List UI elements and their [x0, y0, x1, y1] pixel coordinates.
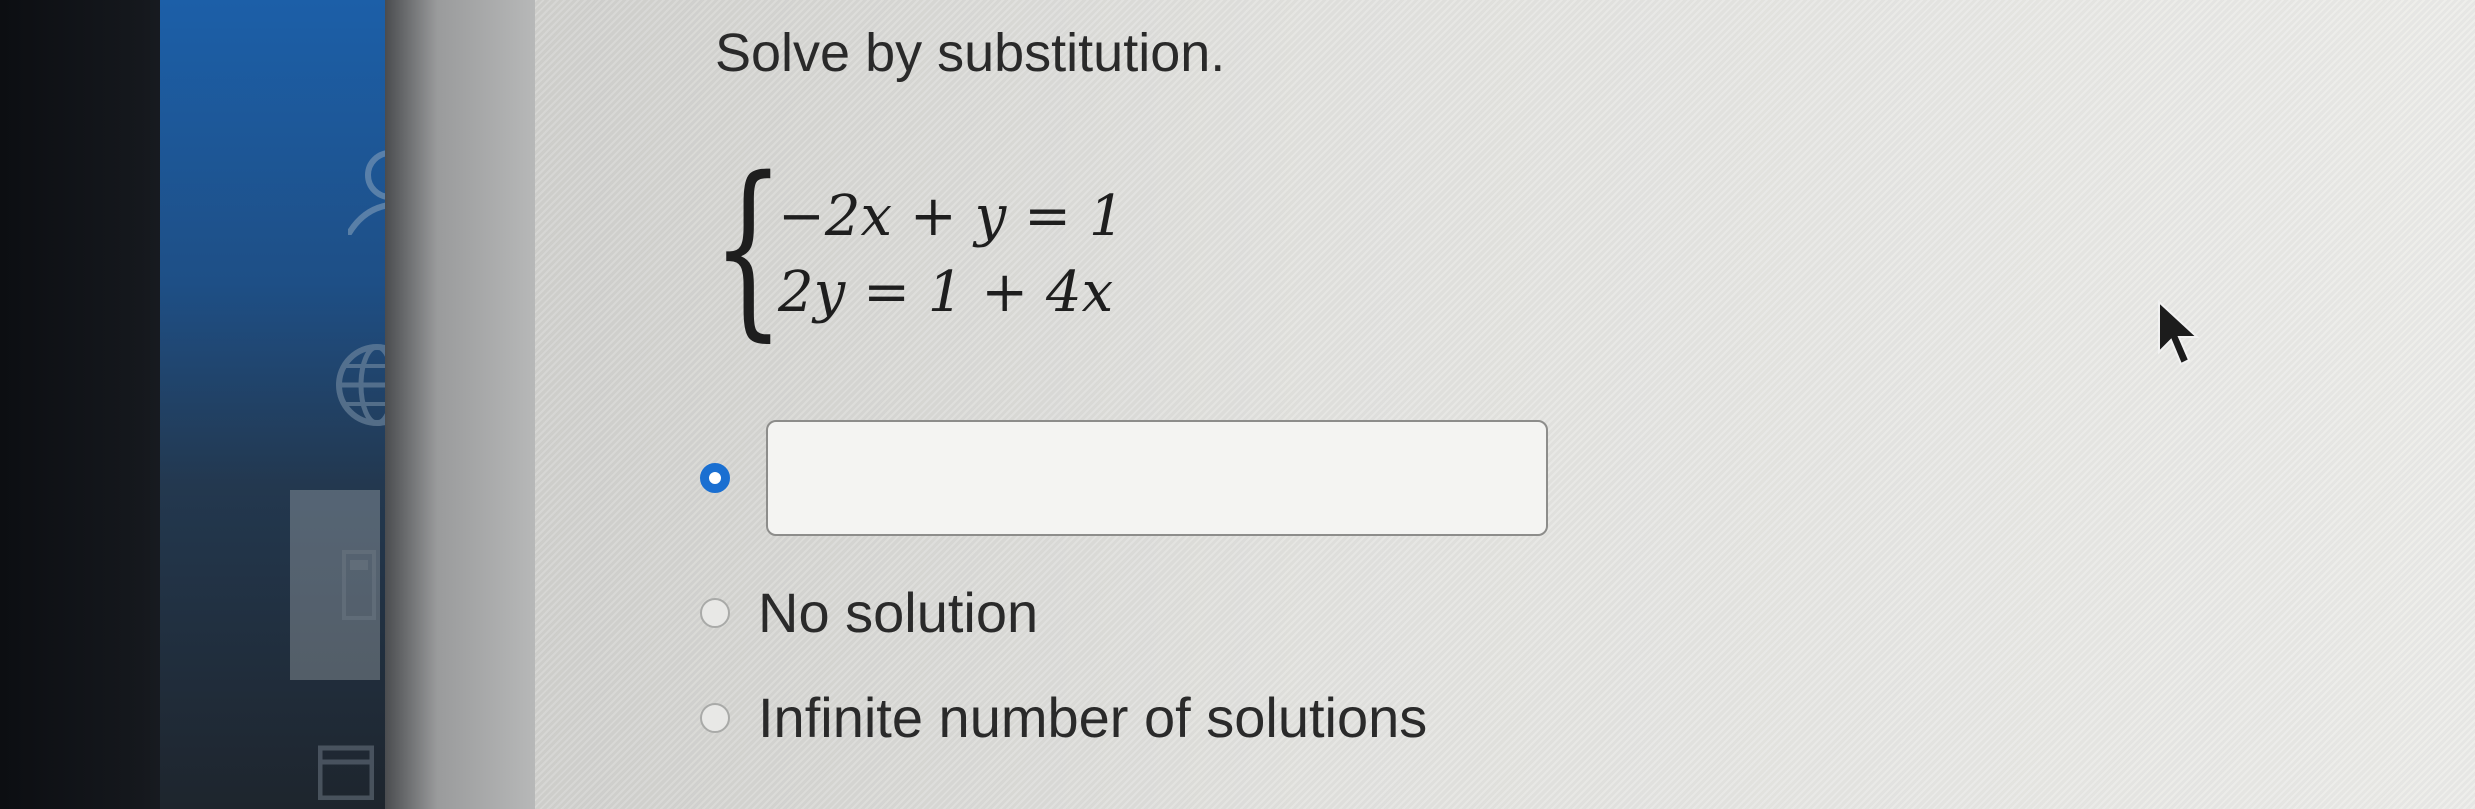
equation-2: 2y = 1 + 4x [778, 260, 1114, 325]
question-instruction: Solve by substitution. [715, 23, 1226, 83]
option-answer-input [700, 420, 1548, 536]
option-no-solution[interactable]: No solution [700, 580, 1038, 645]
cursor-arrow-icon [2158, 300, 2200, 366]
sidebar-tile [290, 490, 380, 680]
no-solution-label[interactable]: No solution [758, 580, 1038, 645]
sidebar-divider [385, 0, 535, 809]
radio-no-solution[interactable] [700, 597, 730, 628]
system-brace: { [712, 137, 785, 358]
radio-infinite-solutions[interactable] [700, 702, 730, 733]
equation-1: −2x + y = 1 [778, 184, 1125, 249]
radio-answer-input[interactable] [700, 463, 730, 493]
app-sidebar [160, 0, 418, 809]
option-infinite-solutions[interactable]: Infinite number of solutions [700, 685, 1427, 750]
calendar-icon[interactable] [317, 740, 375, 804]
answer-input[interactable] [766, 420, 1548, 536]
calculator-icon[interactable] [342, 550, 376, 624]
infinite-solutions-label[interactable]: Infinite number of solutions [758, 685, 1427, 750]
equation-system: { −2x + y = 1 2y = 1 + 4x [712, 153, 1125, 350]
